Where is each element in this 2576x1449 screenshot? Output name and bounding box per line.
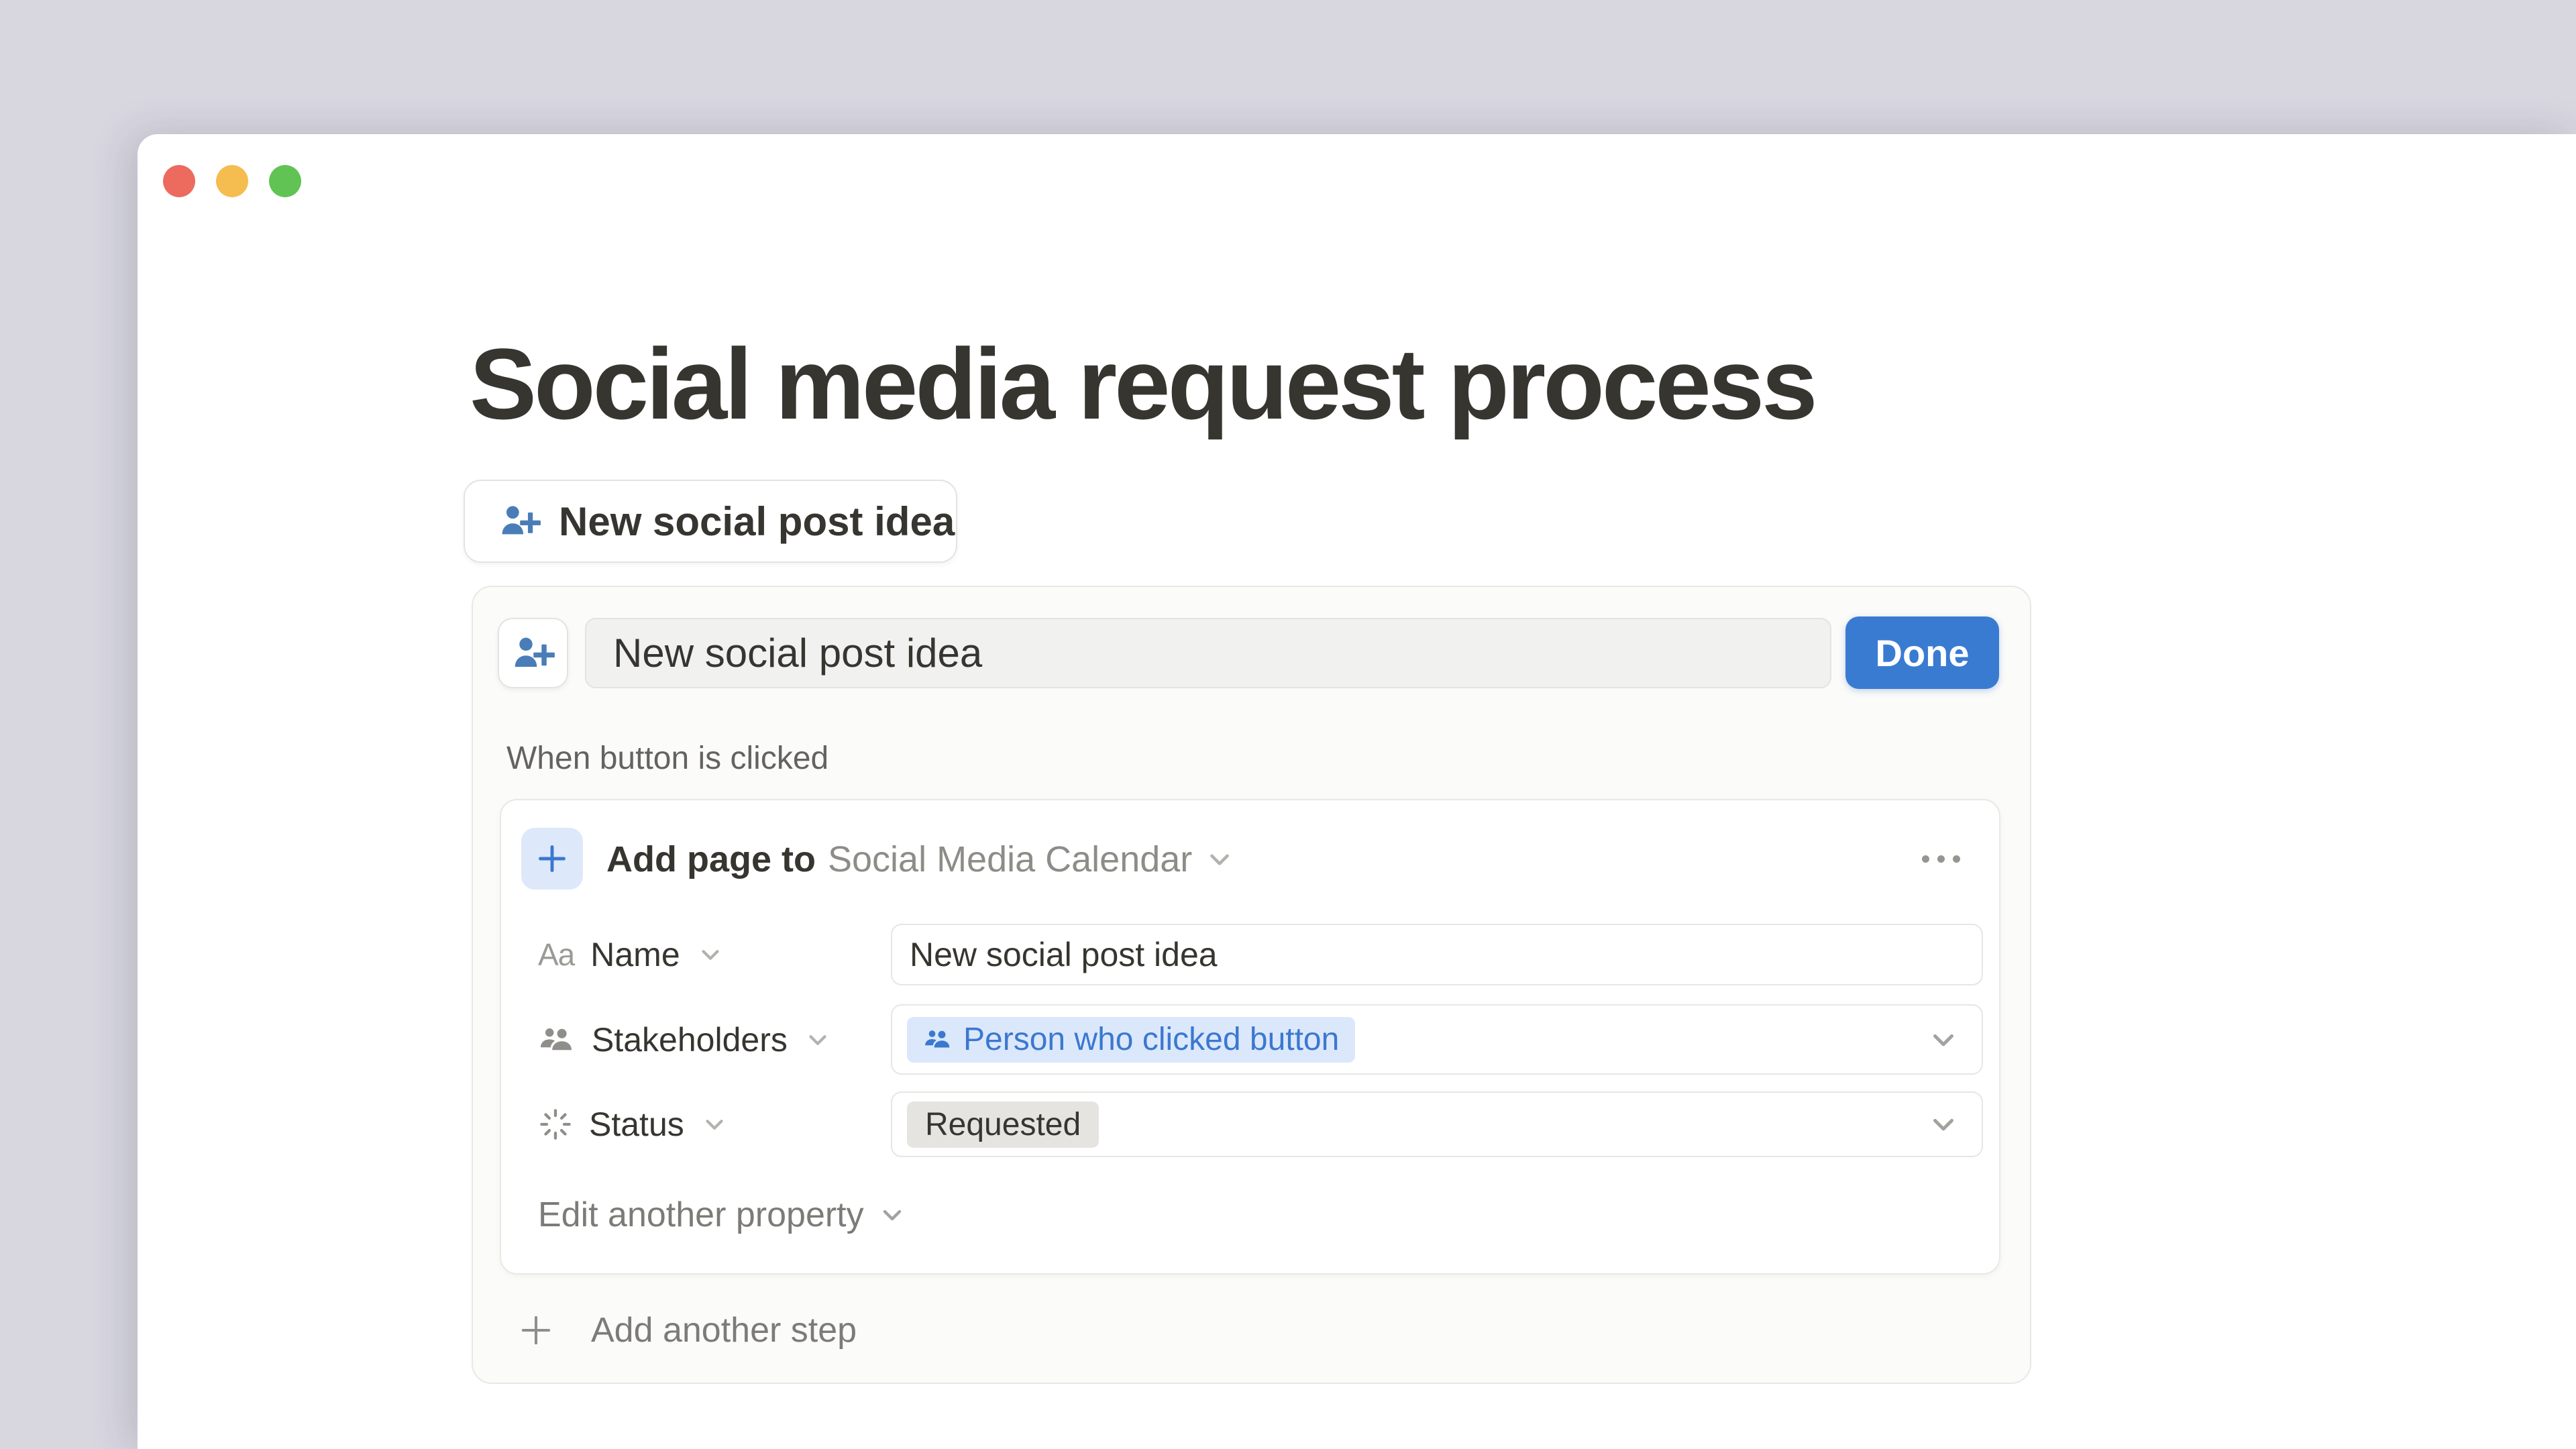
new-social-post-idea-button[interactable]: New social post idea bbox=[464, 480, 957, 563]
button-name-input[interactable] bbox=[585, 618, 1831, 688]
edit-another-property-label: Edit another property bbox=[538, 1195, 864, 1235]
zoom-window-button[interactable] bbox=[269, 165, 301, 197]
step-card: Add page to Social Media Calendar Aa Nam… bbox=[500, 799, 2000, 1275]
property-label: Status bbox=[589, 1105, 684, 1144]
stakeholders-value-field[interactable]: Person who clicked button bbox=[891, 1004, 1983, 1075]
property-selector-name[interactable]: Aa Name bbox=[538, 924, 724, 985]
text-icon: Aa bbox=[538, 936, 574, 973]
close-window-button[interactable] bbox=[163, 165, 195, 197]
ellipsis-icon bbox=[1922, 855, 1929, 863]
edit-another-property-button[interactable]: Edit another property bbox=[538, 1195, 907, 1235]
done-button[interactable]: Done bbox=[1845, 616, 1999, 689]
window-controls bbox=[163, 165, 301, 197]
chevron-down-icon bbox=[700, 1110, 729, 1138]
add-another-step-label: Add another step bbox=[591, 1310, 857, 1350]
button-config-panel: Done When button is clicked Add page to … bbox=[472, 586, 2031, 1384]
property-selector-status[interactable]: Status bbox=[538, 1091, 729, 1157]
chevron-down-icon bbox=[696, 941, 724, 969]
step-target-select[interactable]: Social Media Calendar bbox=[828, 839, 1192, 880]
property-label: Stakeholders bbox=[592, 1020, 788, 1059]
name-value-field[interactable]: New social post idea bbox=[891, 924, 1983, 985]
name-value: New social post idea bbox=[892, 935, 1218, 974]
button-type-tile[interactable] bbox=[498, 618, 568, 688]
person-chip-label: Person who clicked button bbox=[963, 1021, 1339, 1058]
person-chip[interactable]: Person who clicked button bbox=[907, 1017, 1355, 1063]
people-icon bbox=[538, 1026, 576, 1054]
property-label: Name bbox=[590, 935, 680, 974]
minimize-window-button[interactable] bbox=[216, 165, 248, 197]
people-icon bbox=[923, 1028, 953, 1051]
property-selector-stakeholders[interactable]: Stakeholders bbox=[538, 1004, 832, 1075]
property-row-name: Aa Name New social post idea bbox=[501, 924, 1999, 985]
trigger-button-label: New social post idea bbox=[559, 498, 955, 545]
step-action-label: Add page to bbox=[606, 839, 816, 880]
property-row-stakeholders: Stakeholders bbox=[501, 1004, 1999, 1075]
step-header: Add page to Social Media Calendar bbox=[606, 839, 1235, 880]
chevron-down-icon[interactable] bbox=[1927, 1023, 1960, 1057]
chevron-down-icon[interactable] bbox=[1204, 844, 1235, 875]
plus-icon bbox=[533, 840, 571, 877]
step-menu-button[interactable] bbox=[1918, 851, 1964, 867]
status-chip[interactable]: Requested bbox=[907, 1102, 1099, 1148]
person-plus-icon bbox=[498, 503, 541, 539]
status-icon bbox=[538, 1107, 573, 1142]
chevron-down-icon bbox=[804, 1026, 832, 1054]
add-another-step-button[interactable]: Add another step bbox=[518, 1310, 857, 1350]
person-plus-icon bbox=[511, 635, 555, 672]
page-title: Social media request process bbox=[470, 333, 1815, 434]
property-row-status: Status Requested bbox=[501, 1091, 1999, 1157]
app-window: Social media request process New social … bbox=[138, 134, 2576, 1449]
chevron-down-icon bbox=[877, 1200, 907, 1230]
trigger-caption: When button is clicked bbox=[506, 740, 828, 777]
chevron-down-icon[interactable] bbox=[1927, 1108, 1960, 1141]
status-value-field[interactable]: Requested bbox=[891, 1091, 1983, 1157]
plus-icon bbox=[518, 1312, 554, 1348]
status-chip-label: Requested bbox=[925, 1106, 1081, 1143]
add-page-action-tile[interactable] bbox=[521, 828, 583, 890]
